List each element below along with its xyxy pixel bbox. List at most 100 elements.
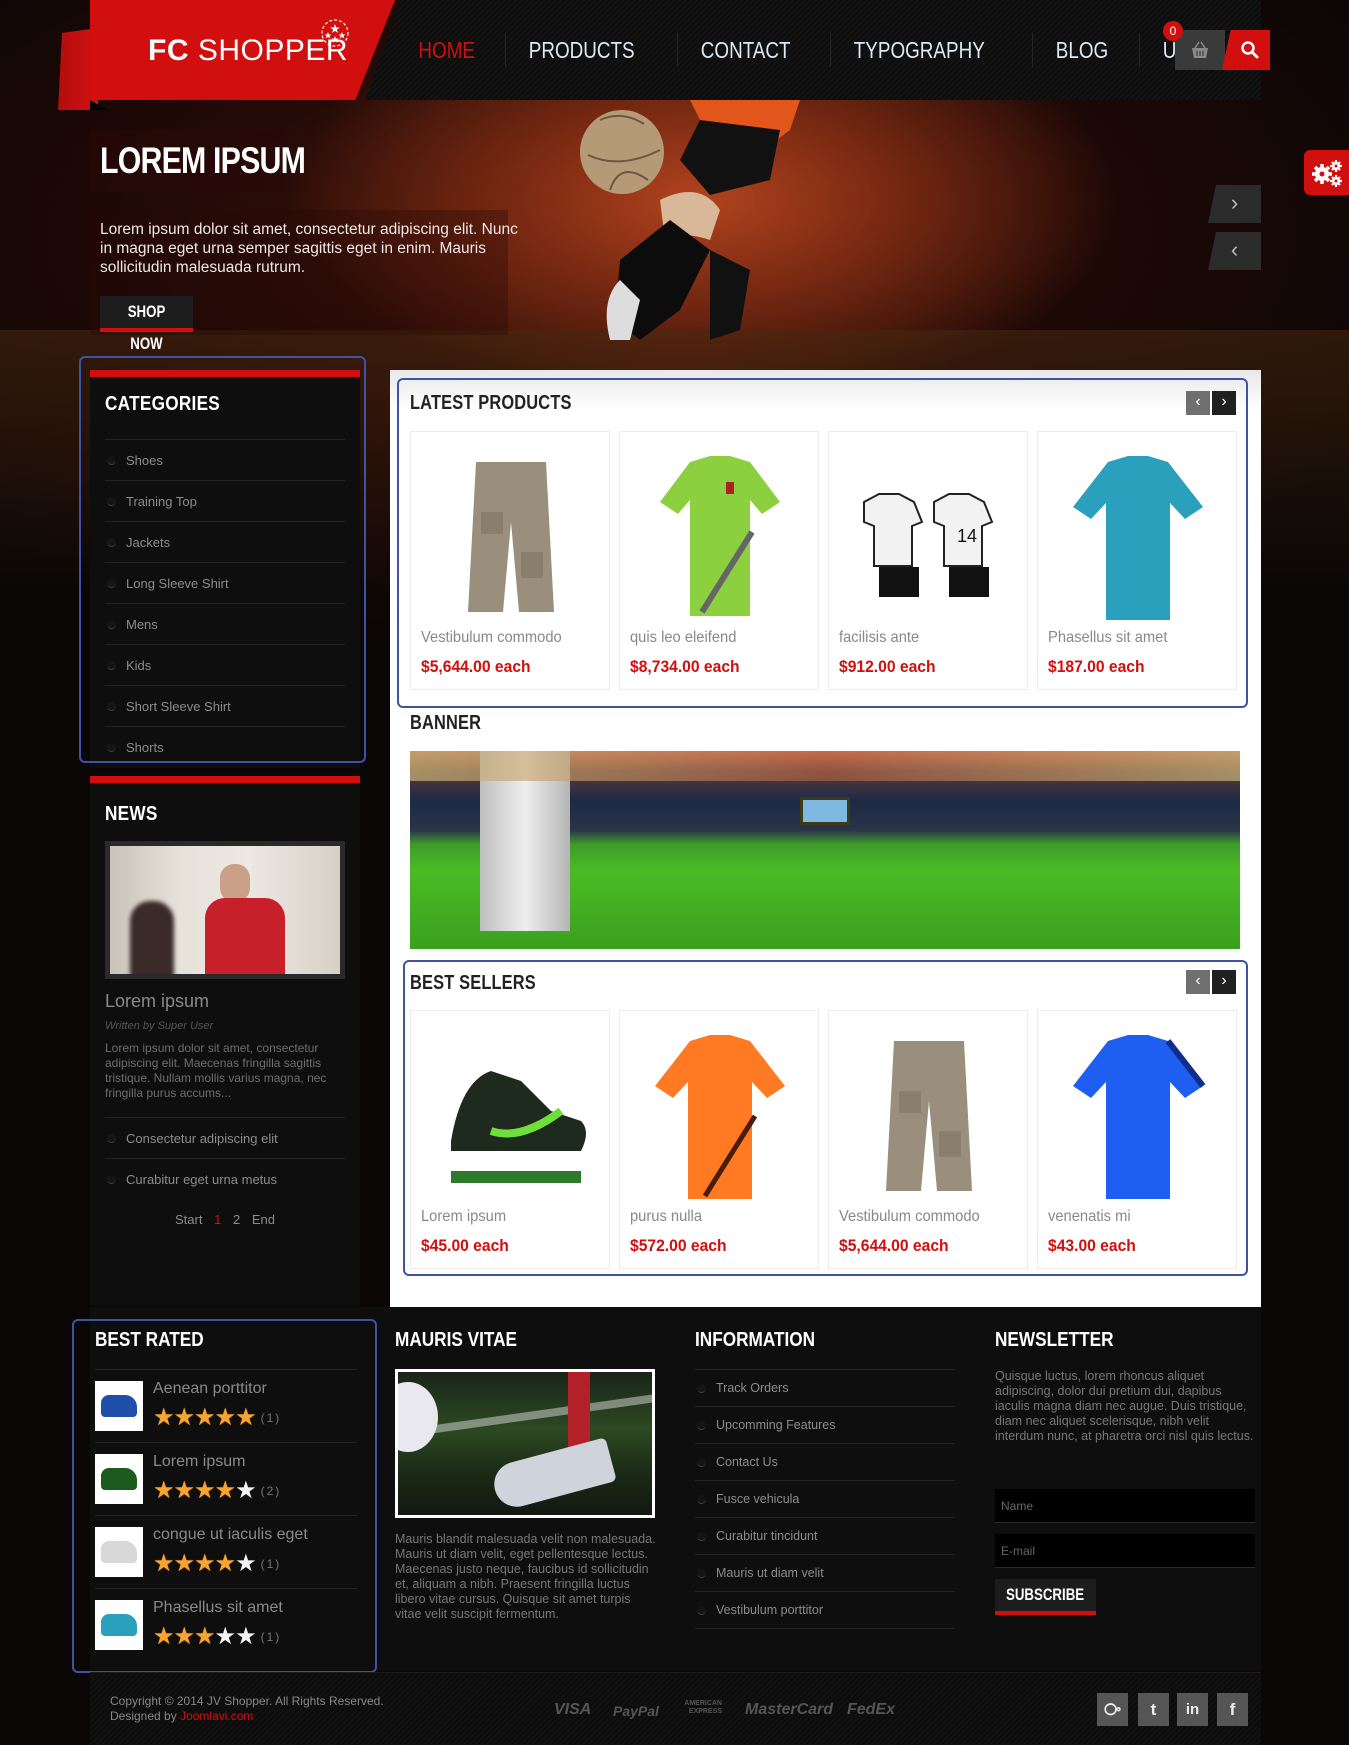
pagination-end[interactable]: End bbox=[252, 1212, 275, 1227]
product-image[interactable] bbox=[1048, 1021, 1228, 1201]
rated-product[interactable]: Aenean porttitor ★ ★ ★ ★ ★ (1) bbox=[95, 1369, 357, 1442]
logo-bold: FC bbox=[148, 34, 189, 67]
subscribe-button[interactable]: SUBSCRIBE bbox=[995, 1579, 1096, 1615]
logo[interactable]: FC SHOPPER bbox=[148, 34, 348, 68]
nav-blog[interactable]: BLOG bbox=[1032, 33, 1131, 67]
nav-home[interactable]: HOME bbox=[402, 33, 498, 67]
latest-products-title-text: LATEST PRODUCTS bbox=[410, 392, 572, 414]
latest-product-card[interactable]: 14 facilisis ante $912.00 each bbox=[828, 431, 1028, 690]
star-icon: ★ bbox=[235, 1623, 257, 1650]
linkedin-button[interactable]: in bbox=[1177, 1693, 1208, 1726]
information-link[interactable]: Vestibulum porttitor bbox=[695, 1592, 955, 1629]
product-image[interactable] bbox=[630, 1021, 810, 1201]
category-item[interactable]: Training Top bbox=[105, 481, 345, 522]
rated-product-name[interactable]: Phasellus sit amet bbox=[153, 1599, 283, 1617]
rated-product[interactable]: congue ut iaculis eget ★ ★ ★ ★ ★ (1) bbox=[95, 1515, 357, 1588]
category-item[interactable]: Shoes bbox=[105, 440, 345, 481]
news-link[interactable]: Curabitur eget urna metus bbox=[105, 1159, 345, 1200]
news-link-label: Consectetur adipiscing elit bbox=[126, 1130, 278, 1146]
information-link-label: Fusce vehicula bbox=[716, 1492, 800, 1506]
information-link[interactable]: Fusce vehicula bbox=[695, 1481, 955, 1518]
pagination-start[interactable]: Start bbox=[175, 1212, 202, 1227]
rated-product-name[interactable]: Lorem ipsum bbox=[153, 1453, 245, 1471]
rated-product-thumb[interactable] bbox=[95, 1600, 143, 1650]
paypal-logo: PayPal bbox=[613, 1703, 659, 1719]
best-seller-card[interactable]: purus nulla $572.00 each bbox=[619, 1010, 819, 1269]
bullet-icon bbox=[697, 1494, 706, 1504]
best-seller-card[interactable]: venenatis mi $43.00 each bbox=[1037, 1010, 1237, 1269]
latest-next-button[interactable]: › bbox=[1212, 391, 1236, 415]
pagination-page-2[interactable]: 2 bbox=[233, 1212, 240, 1227]
product-name[interactable]: venenatis mi bbox=[1048, 1208, 1131, 1226]
newsletter-name-input[interactable] bbox=[995, 1489, 1255, 1523]
latest-prev-button[interactable]: ‹ bbox=[1186, 391, 1210, 415]
product-name[interactable]: Vestibulum commodo bbox=[839, 1208, 980, 1226]
product-image[interactable] bbox=[839, 1021, 1019, 1201]
news-link[interactable]: Consectetur adipiscing elit bbox=[105, 1118, 345, 1159]
information-link[interactable]: Mauris ut diam velit bbox=[695, 1555, 955, 1592]
mauris-vitae-image[interactable] bbox=[395, 1369, 655, 1518]
news-image[interactable] bbox=[105, 841, 345, 979]
rated-product-thumb[interactable] bbox=[95, 1527, 143, 1577]
newsletter-email-input[interactable] bbox=[995, 1534, 1255, 1568]
nav-typography[interactable]: TYPOGRAPHY bbox=[829, 33, 1008, 67]
information-link[interactable]: Track Orders bbox=[695, 1370, 955, 1407]
product-name[interactable]: facilisis ante bbox=[839, 629, 919, 647]
information-link[interactable]: Upcomming Features bbox=[695, 1407, 955, 1444]
category-item[interactable]: Jackets bbox=[105, 522, 345, 563]
designer-link[interactable]: Joomlavi.com bbox=[180, 1709, 253, 1723]
product-name[interactable]: Lorem ipsum bbox=[421, 1208, 506, 1226]
nav-products[interactable]: PRODUCTS bbox=[505, 33, 658, 67]
category-item[interactable]: Shorts bbox=[105, 727, 345, 768]
twitter-button[interactable]: t bbox=[1138, 1693, 1169, 1726]
product-name[interactable]: purus nulla bbox=[630, 1208, 702, 1226]
bestsellers-next-button[interactable]: › bbox=[1212, 970, 1236, 994]
latest-product-card[interactable]: Phasellus sit amet $187.00 each bbox=[1037, 431, 1237, 690]
nav-contact[interactable]: CONTACT bbox=[677, 33, 813, 67]
settings-button[interactable] bbox=[1304, 150, 1349, 195]
bestsellers-prev-button[interactable]: ‹ bbox=[1186, 970, 1210, 994]
category-item[interactable]: Kids bbox=[105, 645, 345, 686]
product-image[interactable] bbox=[421, 442, 601, 622]
rated-product[interactable]: Phasellus sit amet ★ ★ ★ ★ ★ (1) bbox=[95, 1588, 357, 1661]
rated-product-thumb[interactable] bbox=[95, 1381, 143, 1431]
rated-product[interactable]: Lorem ipsum ★ ★ ★ ★ ★ (2) bbox=[95, 1442, 357, 1515]
rated-product-name[interactable]: Aenean porttitor bbox=[153, 1380, 267, 1398]
information-link[interactable]: Contact Us bbox=[695, 1444, 955, 1481]
cart-button[interactable] bbox=[1175, 30, 1225, 70]
rated-product-thumb[interactable] bbox=[95, 1454, 143, 1504]
information-link[interactable]: Curabitur tincidunt bbox=[695, 1518, 955, 1555]
product-image[interactable] bbox=[421, 1021, 601, 1201]
product-image[interactable]: 14 bbox=[839, 442, 1019, 622]
latest-product-card[interactable]: Vestibulum commodo $5,644.00 each bbox=[410, 431, 610, 690]
product-image[interactable] bbox=[1048, 442, 1228, 622]
rated-product-name[interactable]: congue ut iaculis eget bbox=[153, 1526, 308, 1544]
product-name[interactable]: quis leo eleifend bbox=[630, 629, 736, 647]
hero-description: Lorem ipsum dolor sit amet, consectetur … bbox=[100, 221, 518, 276]
star-icon: ★ bbox=[194, 1623, 216, 1650]
product-name[interactable]: Phasellus sit amet bbox=[1048, 629, 1167, 647]
news-photo bbox=[110, 846, 340, 974]
category-item-label: Short Sleeve Shirt bbox=[126, 698, 231, 714]
product-image[interactable] bbox=[630, 442, 810, 622]
slider-prev-button[interactable]: ‹ bbox=[1208, 232, 1261, 270]
stadium-banner[interactable] bbox=[410, 751, 1240, 949]
rss-button[interactable]: ⧂ bbox=[1097, 1693, 1128, 1726]
product-name[interactable]: Vestibulum commodo bbox=[421, 629, 562, 647]
category-item[interactable]: Long Sleeve Shirt bbox=[105, 563, 345, 604]
information-list: Track Orders Upcomming Features Contact Us… bbox=[695, 1369, 955, 1629]
slider-next-button[interactable]: › bbox=[1208, 185, 1261, 223]
star-icon: ★ bbox=[153, 1623, 175, 1650]
latest-product-card[interactable]: quis leo eleifend $8,734.00 each bbox=[619, 431, 819, 690]
category-item[interactable]: Mens bbox=[105, 604, 345, 645]
facebook-button[interactable]: f bbox=[1217, 1693, 1248, 1726]
category-item[interactable]: Short Sleeve Shirt bbox=[105, 686, 345, 727]
pagination-page-1[interactable]: 1 bbox=[214, 1212, 221, 1227]
shop-now-button[interactable]: SHOP NOW bbox=[100, 296, 193, 353]
best-seller-card[interactable]: Vestibulum commodo $5,644.00 each bbox=[828, 1010, 1028, 1269]
best-sellers-title: BEST SELLERS bbox=[410, 972, 564, 995]
star-icon: ★ bbox=[153, 1477, 175, 1504]
best-seller-card[interactable]: Lorem ipsum $45.00 each bbox=[410, 1010, 610, 1269]
fedex-logo: FedEx bbox=[847, 1701, 896, 1718]
news-article-title[interactable]: Lorem ipsum bbox=[105, 991, 345, 1012]
